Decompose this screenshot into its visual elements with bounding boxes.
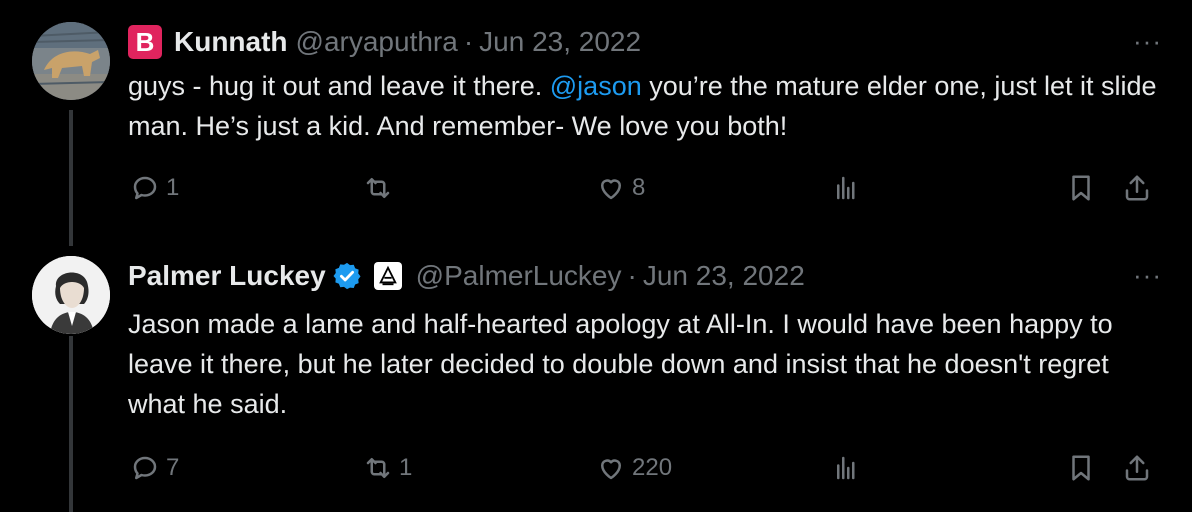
author-name[interactable]: Palmer Luckey xyxy=(128,260,326,292)
avatar[interactable] xyxy=(32,22,110,100)
share-button[interactable] xyxy=(1122,166,1152,210)
mention-link[interactable]: @jason xyxy=(550,71,642,101)
author-handle[interactable]: @aryaputhra xyxy=(296,26,458,58)
avatar-image xyxy=(32,256,110,334)
reply-icon xyxy=(133,456,157,480)
retweet-icon xyxy=(366,458,390,478)
like-button[interactable]: 8 xyxy=(596,166,645,210)
avatar[interactable] xyxy=(32,256,110,334)
more-options-icon[interactable]: ··· xyxy=(1133,260,1162,291)
more-options-icon[interactable]: ··· xyxy=(1133,26,1162,57)
heart-icon xyxy=(601,179,621,200)
profile-badge: B xyxy=(128,25,162,59)
analytics-button[interactable] xyxy=(832,446,862,490)
tweet-text: Jason made a lame and half-hearted apolo… xyxy=(128,309,1113,419)
retweet-icon xyxy=(366,178,390,198)
reply-button[interactable]: 7 xyxy=(130,446,179,490)
share-icon xyxy=(1125,175,1149,201)
tweet-date[interactable]: Jun 23, 2022 xyxy=(643,260,805,292)
bookmark-button[interactable] xyxy=(1066,446,1096,490)
verified-badge-icon[interactable] xyxy=(332,261,362,291)
tweet[interactable]: B Kunnath @aryaputhra · Jun 23, 2022 ···… xyxy=(0,0,1192,256)
retweet-button[interactable] xyxy=(363,166,399,210)
thread-line xyxy=(69,336,73,512)
tweet-text-part: guys - hug it out and leave it there. xyxy=(128,71,550,101)
retweet-button[interactable]: 1 xyxy=(363,446,412,490)
bookmark-icon xyxy=(1072,175,1090,201)
heart-icon xyxy=(601,459,621,480)
author-handle[interactable]: @PalmerLuckey xyxy=(416,260,622,292)
action-bar: 7 1 220 xyxy=(128,446,1162,490)
separator-dot: · xyxy=(627,260,637,291)
bookmark-button[interactable] xyxy=(1066,166,1096,210)
thread-line xyxy=(69,110,73,246)
separator-dot: · xyxy=(463,26,474,57)
author-name[interactable]: Kunnath xyxy=(174,26,288,58)
analytics-icon xyxy=(837,456,855,480)
like-button[interactable]: 220 xyxy=(596,446,672,490)
tweet-header: Palmer Luckey @PalmerLuckey · Jun 23, 20… xyxy=(128,256,805,296)
reply-icon xyxy=(133,176,157,200)
tweet-text: guys - hug it out and leave it there. @j… xyxy=(128,66,1168,146)
like-count: 220 xyxy=(632,454,673,481)
reply-count: 1 xyxy=(166,174,180,201)
affiliation-badge[interactable] xyxy=(373,262,402,290)
action-bar: 1 8 xyxy=(128,166,1162,210)
like-count: 8 xyxy=(632,174,646,201)
analytics-button[interactable] xyxy=(832,166,862,210)
analytics-icon xyxy=(837,176,855,200)
tweet-header: B Kunnath @aryaputhra · Jun 23, 2022 xyxy=(128,22,641,62)
reply-count: 7 xyxy=(166,454,180,481)
reply-button[interactable]: 1 xyxy=(130,166,179,210)
tweet[interactable]: Palmer Luckey @PalmerLuckey · Jun 23, 20… xyxy=(0,236,1192,512)
share-button[interactable] xyxy=(1122,446,1152,490)
tweet-date[interactable]: Jun 23, 2022 xyxy=(479,26,641,58)
share-icon xyxy=(1125,455,1149,481)
affiliation-logo-icon xyxy=(378,265,397,286)
bookmark-icon xyxy=(1072,455,1090,481)
retweet-count: 1 xyxy=(399,454,413,481)
avatar-image xyxy=(32,22,110,100)
